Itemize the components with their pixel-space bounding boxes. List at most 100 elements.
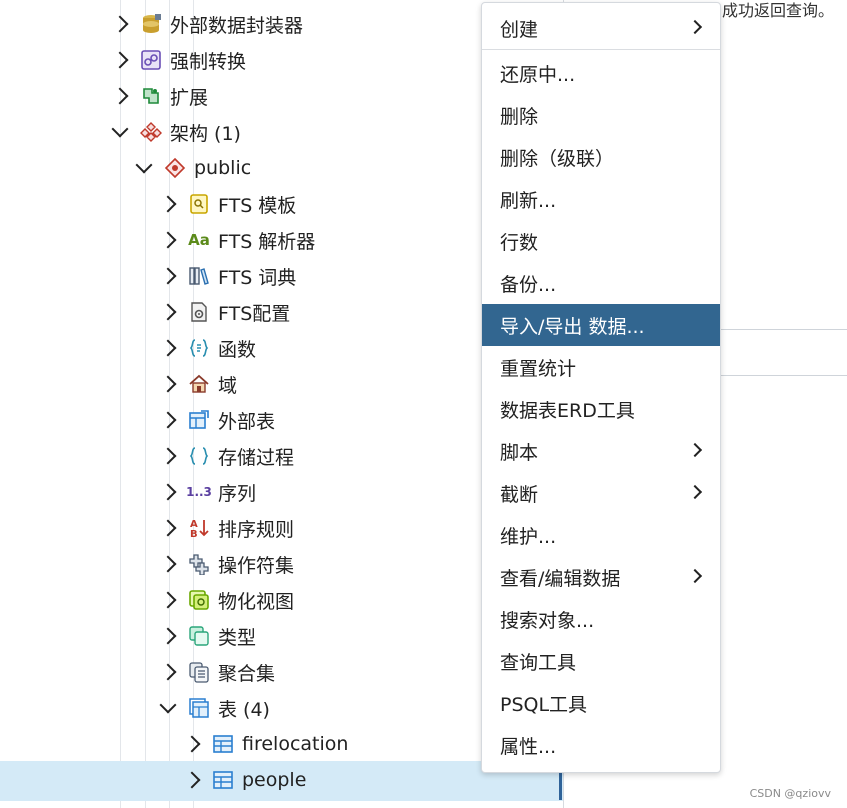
context-menu: 创建 还原中... 删除 删除（级联） 刷新... 行数 备份... 导入/导出… [481,2,721,773]
tree-item-foreign-tables[interactable]: 外部表 [159,403,275,437]
tree-item-casts[interactable]: 强制转换 [111,43,247,77]
tree-item-materialized-views[interactable]: 物化视图 [159,583,294,617]
menu-item-query-tool[interactable]: 查询工具 [482,640,720,682]
tree-item-operator-classes[interactable]: 操作符集 [159,547,295,581]
tree-item-table-people[interactable]: people [183,763,307,797]
menu-item-import-export-data[interactable]: 导入/导出 数据... [482,304,720,346]
menu-item-reset-statistics[interactable]: 重置统计 [482,346,720,388]
tree-item-fts-parsers[interactable]: Aa FTS 解析器 [159,223,315,257]
chevron-right-icon[interactable] [159,519,177,537]
tree-item-fts-templates[interactable]: FTS 模板 [159,187,296,221]
tree-item-label: 函数 [218,338,257,361]
chevron-down-icon[interactable] [135,156,153,174]
panel-divider [719,329,847,330]
tree-item-label: 域 [218,374,238,397]
schemas-icon [140,121,162,143]
tree-item-label: people [242,769,307,791]
chevron-down-icon[interactable] [111,120,129,138]
tree-item-label: 表 (4) [218,698,270,721]
tree-item-label: firelocation [242,733,349,755]
menu-item-create[interactable]: 创建 [482,7,720,49]
chevron-right-icon[interactable] [159,267,177,285]
schema-icon [164,157,186,179]
chevron-right-icon[interactable] [159,627,177,645]
table-icon [212,769,234,791]
tree-item-aggregates[interactable]: 聚合集 [159,655,276,689]
menu-item-erd-tool[interactable]: 数据表ERD工具 [482,388,720,430]
chevron-right-icon [687,484,703,500]
menu-item-label: 搜索对象... [500,609,595,632]
tree-item-collations[interactable]: AB 排序规则 [159,511,294,545]
menu-item-label: 刷新... [500,189,557,212]
chevron-right-icon[interactable] [159,663,177,681]
tree-item-public-schema[interactable]: public [135,151,252,185]
menu-item-label: 截断 [500,483,539,506]
chevron-right-icon[interactable] [159,339,177,357]
type-icon [188,625,210,647]
menu-item-count-rows[interactable]: 行数 [482,220,720,262]
fts-parser-icon: Aa [188,231,210,249]
tree-item-label: FTS 词典 [218,266,297,289]
tree-item-fts-configurations[interactable]: FTS配置 [159,295,290,329]
materialized-view-icon [188,589,210,611]
menu-item-view-edit-data[interactable]: 查看/编辑数据 [482,556,720,598]
menu-item-label: 创建 [500,18,539,41]
menu-item-refresh[interactable]: 刷新... [482,178,720,220]
menu-item-backup[interactable]: 备份... [482,262,720,304]
tree-item-types[interactable]: 类型 [159,619,256,653]
chevron-down-icon[interactable] [159,696,177,714]
chevron-right-icon[interactable] [159,231,177,249]
foreign-data-wrapper-icon [140,13,162,35]
tree-item-procedures[interactable]: 存储过程 [159,439,295,473]
tree-item-extensions[interactable]: 扩展 [111,79,208,113]
chevron-right-icon[interactable] [159,411,177,429]
tree-item-label: public [194,157,252,179]
menu-item-delete[interactable]: 删除 [482,94,720,136]
tree-item-table-firelocation[interactable]: firelocation [183,727,349,761]
chevron-right-icon[interactable] [159,303,177,321]
tree-item-label: 强制转换 [170,50,247,73]
chevron-right-icon [687,442,703,458]
chevron-right-icon[interactable] [159,591,177,609]
menu-item-label: PSQL工具 [500,693,588,716]
chevron-right-icon[interactable] [159,555,177,573]
menu-item-label: 删除（级联） [500,147,615,170]
menu-item-label: 删除 [500,105,539,128]
chevron-right-icon[interactable] [111,51,129,69]
watermark: CSDN @qziovv [749,787,831,800]
menu-item-delete-cascade[interactable]: 删除（级联） [482,136,720,178]
chevron-right-icon[interactable] [159,195,177,213]
menu-item-scripts[interactable]: 脚本 [482,430,720,472]
chevron-right-icon[interactable] [159,483,177,501]
chevron-right-icon[interactable] [183,771,201,789]
menu-item-truncate[interactable]: 截断 [482,472,720,514]
menu-item-search-objects[interactable]: 搜索对象... [482,598,720,640]
chevron-right-icon[interactable] [183,735,201,753]
chevron-right-icon[interactable] [111,87,129,105]
menu-item-label: 备份... [500,273,557,296]
chevron-right-icon[interactable] [159,447,177,465]
tree-item-sequences[interactable]: 1..3 序列 [159,475,256,509]
menu-item-label: 查看/编辑数据 [500,567,621,590]
tree-item-domains[interactable]: 域 [159,367,238,401]
tree-item-foreign-data-wrappers[interactable]: 外部数据封装器 [111,7,303,41]
chevron-right-icon[interactable] [159,375,177,393]
tables-icon [188,697,210,719]
tree-item-fts-dictionaries[interactable]: FTS 词典 [159,259,297,293]
tree-item-schemas[interactable]: 架构 (1) [111,115,241,149]
menu-item-properties[interactable]: 属性... [482,724,720,766]
sequence-icon: 1..3 [186,485,212,499]
chevron-right-icon[interactable] [111,15,129,33]
menu-item-psql-tool[interactable]: PSQL工具 [482,682,720,724]
menu-item-maintenance[interactable]: 维护... [482,514,720,556]
tree-item-label: 聚合集 [218,662,276,685]
tree-item-functions[interactable]: 函数 [159,331,257,365]
procedure-icon [188,445,210,467]
tree-item-label: 存储过程 [218,446,295,469]
menu-item-label: 重置统计 [500,357,577,380]
fts-template-icon [188,193,210,215]
menu-item-restore[interactable]: 还原中... [482,52,720,94]
tree-item-label: 操作符集 [218,554,295,577]
menu-item-label: 属性... [500,735,557,758]
tree-item-tables[interactable]: 表 (4) [159,691,270,725]
